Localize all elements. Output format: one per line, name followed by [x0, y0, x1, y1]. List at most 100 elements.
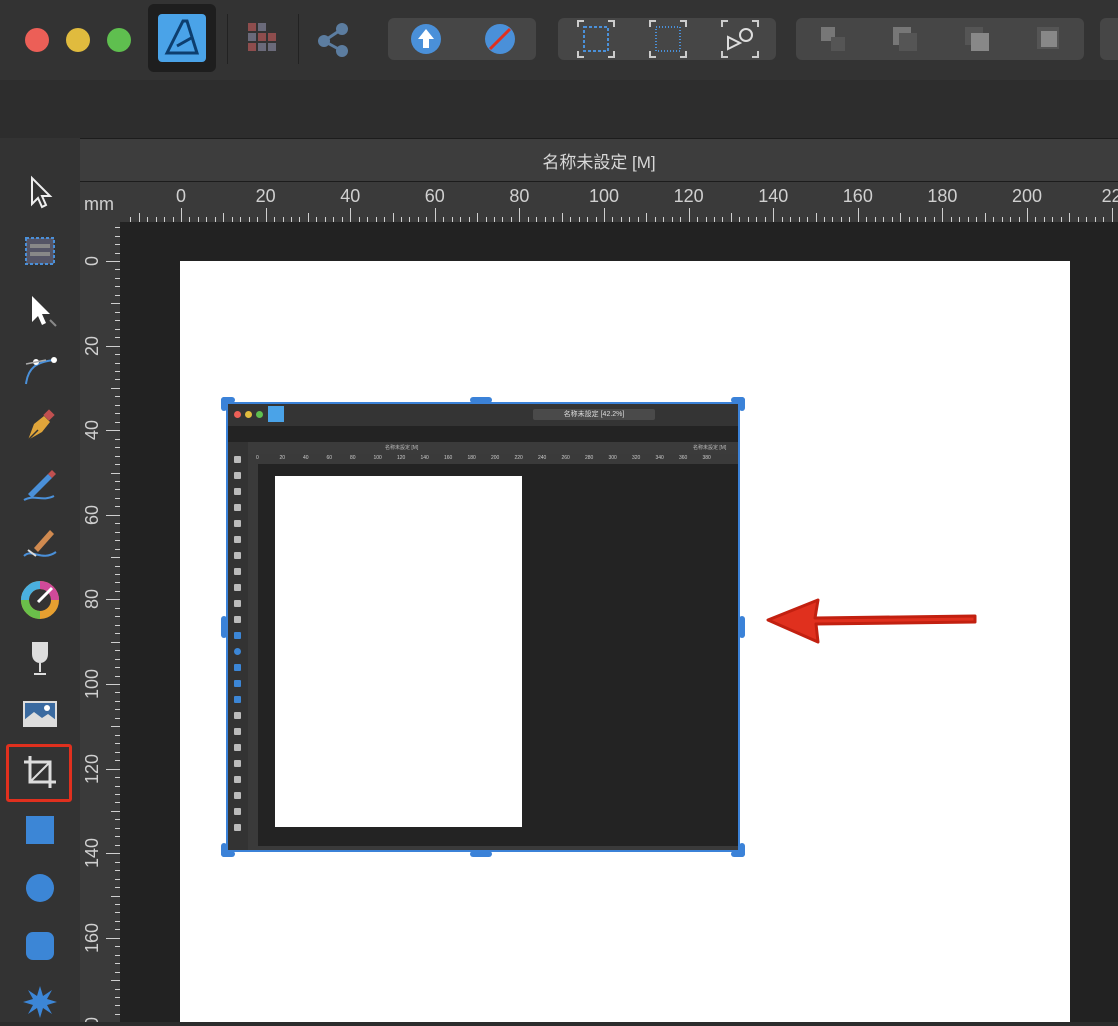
handle-bottom-right-v[interactable] [739, 843, 745, 857]
ruler-unit: mm [84, 194, 114, 214]
ruler-tick [984, 213, 986, 222]
vector-brush-tool[interactable] [16, 518, 64, 566]
rectangle-tool[interactable] [16, 806, 64, 854]
embedded-tool-glyph [234, 504, 241, 511]
pixel-persona-button[interactable] [236, 18, 292, 60]
embedded-tool-glyph [234, 600, 241, 607]
embedded-ruler-label: 260 [561, 455, 570, 461]
ruler-label: 20 [82, 335, 102, 356]
minimize-window-button[interactable] [66, 28, 90, 52]
grid-icon [577, 20, 615, 58]
ruler-tick [111, 472, 120, 474]
ruler-label: 160 [82, 922, 102, 953]
handle-top-left-v[interactable] [221, 397, 227, 411]
embedded-ruler-label: 300 [608, 455, 617, 461]
ruler-tick [111, 895, 120, 897]
pixel-persona-icon [248, 23, 276, 51]
ruler-tick [265, 208, 267, 222]
transparency-tool[interactable] [16, 634, 64, 682]
pen-nib-icon [27, 409, 55, 441]
ruler-tick [1027, 208, 1028, 222]
rounded-rectangle-tool[interactable] [16, 922, 64, 970]
embedded-tool-glyph [234, 536, 241, 543]
shape-snap-icon [721, 20, 759, 58]
pen-tool[interactable] [16, 402, 64, 450]
pencil-tool[interactable] [16, 460, 64, 508]
ruler-tick [106, 514, 120, 516]
handle-top[interactable] [470, 397, 492, 403]
embedded-ruler: 0 20 40 60 80 100 120 140 160 180 200 220 240 260 280 3… [248, 454, 738, 464]
corner-tool[interactable] [16, 344, 64, 392]
artboard-tool[interactable] [16, 226, 64, 274]
ruler-label: 100 [589, 186, 620, 206]
arrange-back-button[interactable] [798, 18, 868, 60]
ruler-tick [1111, 208, 1113, 222]
embedded-tool-glyph [234, 696, 241, 703]
handle-bottom[interactable] [470, 851, 492, 857]
arrange-front-button[interactable] [1014, 18, 1084, 60]
close-window-button[interactable] [25, 28, 49, 52]
snap-grid-button[interactable] [560, 18, 632, 60]
placed-screenshot-image[interactable]: 名称未設定 [42.2%] 名称未設定 [M] 名称未設定 [M] 0 20 40 6… [226, 402, 740, 852]
ruler-tick [111, 387, 120, 389]
ruler-tick [106, 430, 120, 432]
embedded-ruler-label: 320 [632, 455, 641, 461]
no-fill-button[interactable] [464, 18, 536, 60]
more-toolbar-group[interactable] [1100, 18, 1118, 60]
embedded-ruler-label: 120 [397, 455, 406, 461]
ruler-label: 200 [1012, 186, 1043, 206]
ruler-label: 180 [927, 186, 958, 206]
embedded-tool-glyph [234, 824, 241, 831]
embedded-tool-glyph [234, 776, 241, 783]
artboard-icon [25, 237, 55, 265]
embedded-ruler-label: 380 [702, 455, 711, 461]
embedded-ruler-label: 220 [514, 455, 523, 461]
designer-persona-icon [158, 14, 206, 62]
embedded-tab: 名称未設定 [M] 名称未設定 [M] [248, 442, 738, 454]
snap-shape-button[interactable] [704, 18, 776, 60]
main-toolbar [0, 0, 1118, 80]
designer-persona-button[interactable] [148, 4, 216, 72]
move-tool[interactable] [16, 168, 64, 216]
zoom-window-button[interactable] [107, 28, 131, 52]
place-image-tool[interactable] [16, 690, 64, 738]
export-persona-button[interactable] [306, 18, 362, 60]
embedded-ruler-label: 80 [350, 455, 356, 461]
red-arrow-annotation [766, 598, 977, 644]
ruler-tick [111, 641, 120, 643]
ruler-tick [111, 726, 120, 728]
node-tool[interactable] [16, 286, 64, 334]
ruler-label: 140 [758, 186, 789, 206]
arrange-forward-button[interactable] [942, 18, 1012, 60]
brush-icon [23, 530, 57, 557]
handle-right[interactable] [739, 616, 745, 638]
ellipse-icon [26, 874, 54, 902]
arrange-backward-button[interactable] [870, 18, 940, 60]
snap-pixel-button[interactable] [632, 18, 704, 60]
handle-bottom-left-v[interactable] [221, 843, 227, 857]
ruler-tick [688, 208, 690, 222]
node-pointer-icon [32, 296, 57, 327]
ruler-label: 60 [82, 504, 102, 525]
document-tab[interactable]: 名称未設定 [M] [80, 138, 1118, 182]
handle-left[interactable] [221, 616, 227, 638]
color-wheel-icon [21, 581, 59, 619]
move-forward-button[interactable] [390, 18, 462, 60]
ruler-tick [815, 213, 817, 222]
embedded-tool-glyph [234, 712, 241, 719]
ruler-tick [900, 213, 902, 222]
ellipse-tool[interactable] [16, 864, 64, 912]
ruler-tick [392, 213, 394, 222]
ruler-tick [138, 213, 140, 222]
share-icon [318, 23, 348, 57]
ruler-tick [106, 853, 120, 855]
ruler-label: 80 [82, 589, 102, 610]
rounded-rectangle-icon [26, 932, 54, 960]
handle-top-right-v[interactable] [739, 397, 745, 411]
embedded-tool-glyph [234, 488, 241, 495]
star-tool[interactable] [16, 978, 64, 1026]
embedded-tool-glyph [234, 648, 241, 655]
fill-tool[interactable] [16, 576, 64, 624]
ruler-tick [111, 810, 120, 812]
ruler-tick [106, 684, 120, 685]
